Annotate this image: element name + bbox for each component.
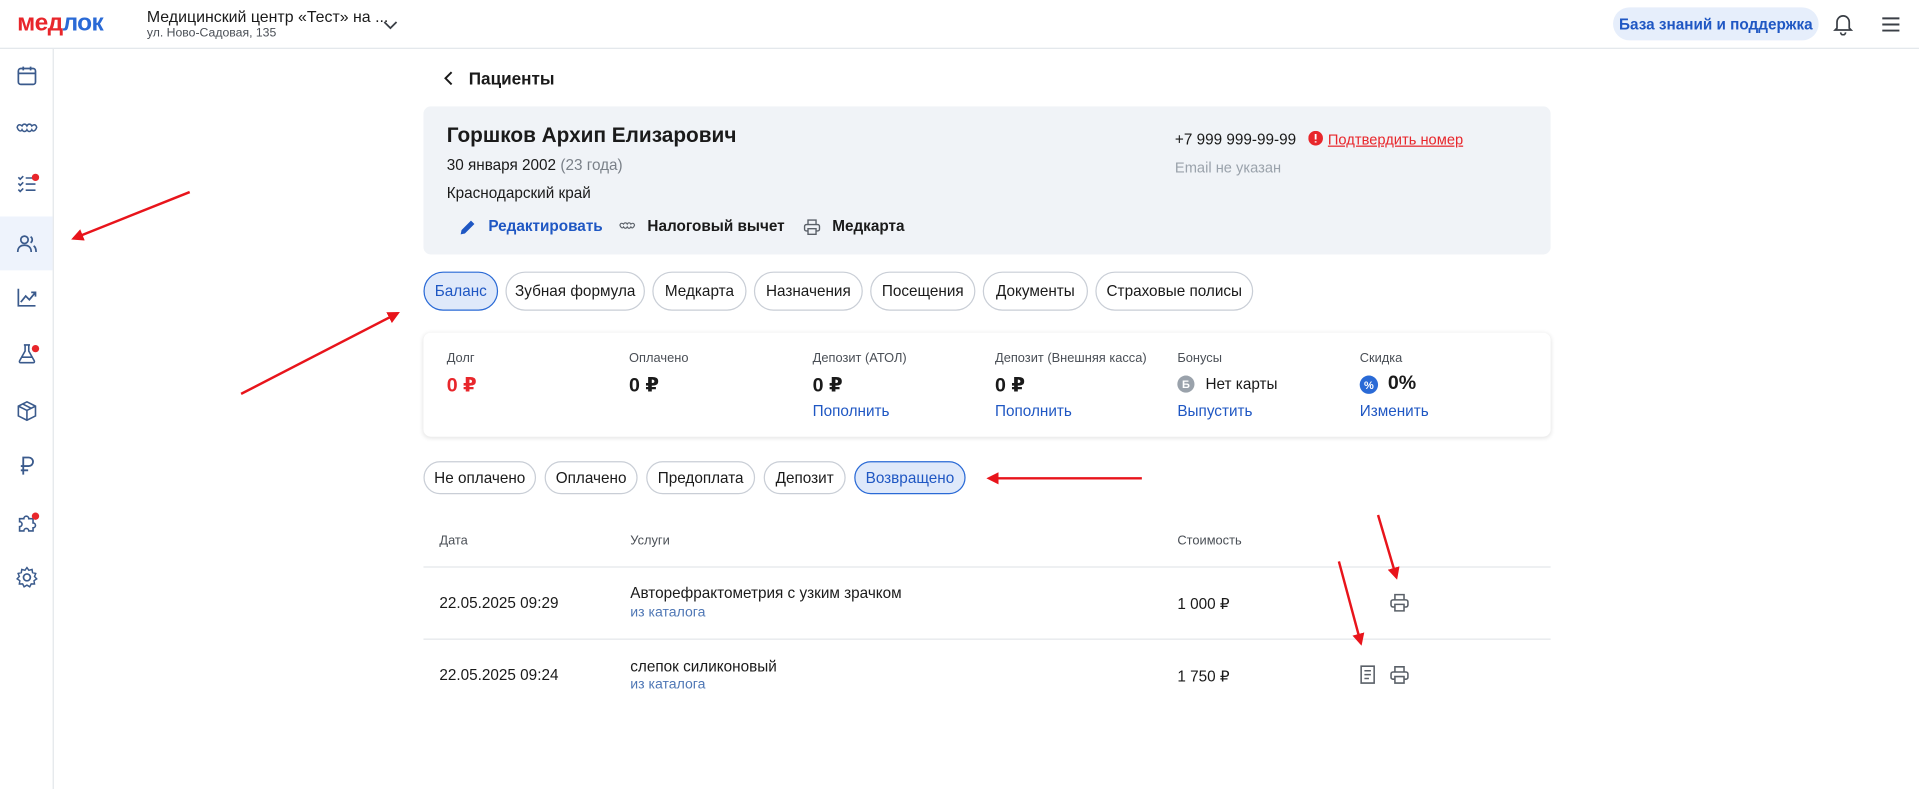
deposit-ext-value: 0 ₽ — [994, 375, 1025, 397]
sidebar-item-lab[interactable] — [0, 327, 53, 381]
tax-deduction-button[interactable]: Налоговый вычет — [618, 215, 785, 237]
warning-icon — [1308, 130, 1323, 146]
sidebar-item-integrations[interactable] — [0, 495, 53, 549]
patient-phone: +7 999 999-99-99 — [1174, 130, 1297, 149]
tab-documents[interactable]: Документы — [982, 271, 1089, 311]
patient-age: (23 года) — [560, 156, 623, 174]
tab-prescriptions[interactable]: Назначения — [753, 271, 863, 311]
divider — [423, 566, 1551, 568]
filter-unpaid[interactable]: Не оплачено — [423, 461, 537, 495]
debt-value: 0 ₽ — [446, 375, 477, 397]
bonus-badge-icon: Б — [1177, 375, 1195, 393]
tab-medcard[interactable]: Медкарта — [652, 271, 747, 311]
ruble-icon — [20, 456, 34, 475]
column-header-date: Дата — [439, 533, 468, 549]
deposit-ext-label: Депозит (Внешняя касса) — [994, 351, 1147, 366]
help-button[interactable]: База знаний и поддержка — [1613, 7, 1819, 41]
patient-email: Email не указан — [1174, 159, 1282, 177]
paid-label: Оплачено — [629, 351, 689, 366]
receipt-icon[interactable] — [1357, 664, 1378, 685]
patients-icon — [16, 235, 37, 253]
notification-dot — [31, 173, 40, 182]
sidebar-item-finance[interactable] — [0, 439, 53, 493]
printer-icon — [803, 218, 821, 235]
tab-dental-formula[interactable]: Зубная формула — [505, 271, 645, 311]
column-header-cost: Стоимость — [1177, 533, 1242, 549]
sidebar-item-dental[interactable] — [0, 103, 53, 157]
tooth-icon — [619, 221, 636, 229]
deposit-atol-label: Депозит (АТОЛ) — [812, 351, 907, 366]
deposit-atol-topup-link[interactable]: Пополнить — [813, 402, 890, 419]
bonuses-label: Бонусы — [1177, 351, 1222, 366]
notification-dot — [31, 344, 40, 353]
row-cost: 1 750 ₽ — [1177, 667, 1230, 686]
filter-paid[interactable]: Оплачено — [544, 461, 638, 495]
sidebar — [0, 48, 54, 789]
tooth-icon — [15, 123, 37, 133]
arrow-to-balance-tab — [240, 312, 400, 395]
row-cost: 1 000 ₽ — [1177, 595, 1230, 613]
sidebar-item-analytics[interactable] — [0, 270, 53, 324]
filter-returned[interactable]: Возвращено — [854, 461, 966, 495]
arrow-to-patients — [71, 190, 191, 241]
discount-label: Скидка — [1359, 351, 1403, 366]
clinic-name[interactable]: Медицинский центр «Тест» на ... — [147, 7, 388, 25]
issue-card-link[interactable]: Выпустить — [1177, 402, 1252, 419]
row-service: Авторефрактометрия с узким зрачком — [630, 584, 902, 602]
column-header-services: Услуги — [630, 533, 670, 549]
printer-icon[interactable] — [1389, 592, 1410, 613]
page-title: Пациенты — [468, 68, 555, 89]
discount-value: 0% — [1387, 373, 1417, 394]
filter-deposit[interactable]: Депозит — [763, 461, 846, 495]
patient-region: Краснодарский край — [446, 184, 591, 202]
analytics-chart-icon — [16, 288, 36, 307]
paid-value: 0 ₽ — [629, 375, 660, 397]
row-date: 22.05.2025 09:29 — [439, 594, 559, 612]
notification-dot — [31, 512, 40, 520]
filter-prepayment[interactable]: Предоплата — [646, 461, 756, 495]
tab-visits[interactable]: Посещения — [870, 271, 976, 311]
arrow-to-print-icon — [1376, 514, 1400, 580]
sidebar-item-settings[interactable] — [0, 550, 53, 604]
tab-balance[interactable]: Баланс — [423, 271, 499, 311]
divider — [423, 638, 1551, 640]
row-date: 22.05.2025 09:24 — [439, 666, 559, 684]
arrow-to-receipt-icon — [1337, 561, 1365, 646]
sidebar-item-tasks[interactable] — [0, 157, 53, 211]
sidebar-item-calendar[interactable] — [0, 49, 53, 103]
confirm-phone-link[interactable]: Подтвердить номер — [1328, 131, 1463, 148]
discount-badge-icon: % — [1359, 375, 1379, 394]
menu-icon[interactable] — [1879, 12, 1903, 36]
clinic-address: ул. Ново-Садовая, 135 — [146, 26, 277, 41]
deposit-ext-topup-link[interactable]: Пополнить — [995, 402, 1072, 419]
patient-name: Горшков Архип Елизарович — [446, 123, 737, 147]
debt-label: Долг — [446, 351, 475, 366]
top-bar: медлок Медицинский центр «Тест» на ... у… — [0, 0, 1919, 49]
tab-insurance[interactable]: Страховые полисы — [1095, 271, 1254, 311]
change-discount-link[interactable]: Изменить — [1360, 402, 1429, 419]
box-icon — [16, 400, 36, 422]
calendar-icon — [16, 66, 36, 86]
chevron-down-icon[interactable] — [381, 15, 401, 35]
patient-dob: 30 января 2002 (23 года) — [446, 156, 623, 174]
balance-panel — [423, 332, 1551, 437]
settings-gear-icon — [15, 566, 38, 588]
sidebar-item-patients[interactable] — [0, 216, 53, 271]
row-service: слепок силиконовый — [630, 658, 777, 676]
bell-icon[interactable] — [1831, 11, 1855, 36]
chevron-left-icon — [444, 71, 453, 86]
bonuses-value: Нет карты — [1205, 375, 1278, 393]
sidebar-item-warehouse[interactable] — [0, 384, 53, 438]
row-source-link[interactable]: из каталога — [630, 678, 705, 693]
medcard-print-button[interactable]: Медкарта — [803, 215, 905, 237]
printer-icon[interactable] — [1389, 664, 1410, 685]
row-source-link[interactable]: из каталога — [630, 606, 705, 621]
logo[interactable]: медлок — [17, 10, 104, 38]
edit-button[interactable]: Редактировать — [459, 215, 603, 237]
pencil-icon — [460, 220, 475, 234]
deposit-atol-value: 0 ₽ — [812, 375, 843, 397]
back-to-patients[interactable]: Пациенты — [441, 67, 612, 89]
